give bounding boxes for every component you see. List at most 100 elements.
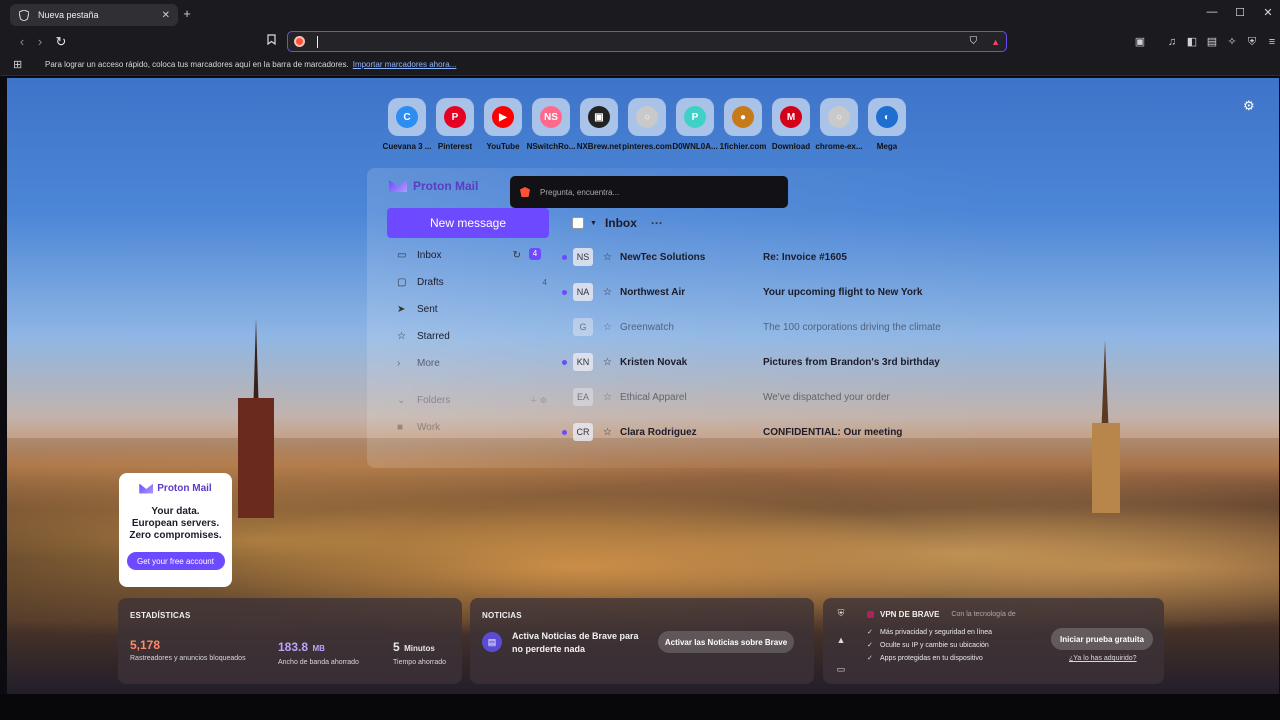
proton-ad-card[interactable]: Proton Mail Your data. European servers.…: [119, 473, 232, 587]
maximize-button[interactable]: ☐: [1232, 6, 1248, 22]
top-sites: C Cuevana 3 ... P Pinterest ▶ YouTube NS NSwitc…: [383, 98, 911, 151]
forward-button[interactable]: ›: [32, 34, 48, 50]
top-site-label: Download: [771, 142, 811, 151]
already-purchased-link[interactable]: ¿Ya lo has adquirido?: [1069, 655, 1137, 662]
top-site-tile[interactable]: ▶: [484, 98, 522, 136]
top-site[interactable]: ▶ YouTube: [479, 98, 527, 151]
top-site[interactable]: ▣ NXBrew.net: [575, 98, 623, 151]
star-icon[interactable]: ☆: [603, 287, 612, 298]
more-options-icon[interactable]: ···: [651, 216, 663, 230]
apps-grid-icon[interactable]: ⊞: [13, 58, 27, 71]
shield-icon[interactable]: ⛨: [835, 608, 847, 620]
mail-row[interactable]: G ☆ Greenwatch The 100 corporations driving…: [562, 317, 1002, 337]
news-title: NOTICIAS: [482, 611, 522, 620]
vpn-shield-icon[interactable]: ⛨: [1244, 34, 1260, 50]
top-site[interactable]: P D0WNL0A...: [671, 98, 719, 151]
card-icon[interactable]: ▭: [835, 664, 847, 676]
folder-more[interactable]: › More: [397, 358, 547, 369]
top-site-tile[interactable]: ●: [724, 98, 762, 136]
gear-icon[interactable]: ⚙: [1243, 98, 1257, 113]
top-site[interactable]: P Pinterest: [431, 98, 479, 151]
folder-sent[interactable]: ➤ Sent: [397, 304, 547, 315]
ad-line: Zero compromises.: [129, 530, 222, 541]
close-tab-icon[interactable]: ✕: [162, 10, 170, 21]
star-icon[interactable]: ☆: [603, 392, 612, 403]
refresh-icon[interactable]: ↻: [513, 250, 521, 261]
add-folder-icon[interactable]: ＋ ⚙: [530, 395, 547, 406]
star-icon[interactable]: ☆: [603, 357, 612, 368]
top-site-tile[interactable]: ▣: [580, 98, 618, 136]
tab-new-tab[interactable]: Nueva pestaña ✕: [10, 4, 178, 26]
proton-logo-icon: [139, 483, 154, 494]
top-site[interactable]: C Cuevana 3 ...: [383, 98, 431, 151]
site-favicon-icon: ○: [636, 106, 658, 128]
top-site[interactable]: ◐ Mega: [863, 98, 911, 151]
new-tab-page: ⚙ C Cuevana 3 ... P Pinterest ▶ YouTube NS NSwi…: [7, 78, 1279, 694]
top-site[interactable]: NS NSwitchRo...: [527, 98, 575, 151]
unread-dot: [562, 289, 567, 295]
top-site-tile[interactable]: NS: [532, 98, 570, 136]
enable-news-button[interactable]: Activar las Noticias sobre Brave: [658, 631, 794, 653]
leo-ai-icon[interactable]: ✧: [1224, 34, 1240, 50]
bookmark-icon[interactable]: [263, 34, 279, 50]
folder-work[interactable]: ■ Work: [397, 422, 547, 433]
vpn-feature-text: Más privacidad y seguridad en línea: [880, 628, 993, 636]
folder-folders[interactable]: ⌄ Folders ＋ ⚙: [397, 395, 547, 406]
tab-search-icon[interactable]: ▣: [1132, 34, 1148, 50]
top-site-tile[interactable]: P: [676, 98, 714, 136]
new-tab-button[interactable]: +: [180, 6, 194, 22]
avatar: NA: [573, 283, 593, 301]
top-site-tile[interactable]: ◐: [868, 98, 906, 136]
top-site[interactable]: ○ chrome-ex...: [815, 98, 863, 151]
top-site-tile[interactable]: M: [772, 98, 810, 136]
warning-icon[interactable]: ▲: [835, 635, 847, 647]
url-input[interactable]: [320, 33, 970, 50]
menu-icon[interactable]: ≡: [1264, 34, 1280, 50]
address-bar[interactable]: ⛉ ▲: [287, 31, 1007, 52]
media-icon[interactable]: ♫: [1164, 34, 1180, 50]
close-window-button[interactable]: ✕: [1260, 6, 1276, 22]
top-site-label: NSwitchRo...: [526, 142, 576, 151]
top-site[interactable]: ● 1fichier.com: [719, 98, 767, 151]
reload-button[interactable]: ↻: [53, 34, 69, 50]
mail-row[interactable]: EA ☆ Ethical Apparel We've dispatched your …: [562, 387, 1002, 407]
top-site[interactable]: ○ pinteres.com: [622, 98, 672, 151]
sidebar-icon[interactable]: ◧: [1184, 34, 1200, 50]
top-site[interactable]: M Download: [767, 98, 815, 151]
folder-count: 4: [542, 278, 547, 287]
new-message-button[interactable]: New message: [387, 208, 549, 238]
folder-label: More: [417, 358, 440, 369]
vpn-feature-text: Oculte su IP y cambie su ubicación: [880, 641, 989, 649]
site-favicon-icon: ▣: [588, 106, 610, 128]
back-button[interactable]: ‹: [14, 34, 30, 50]
chevron-down-icon[interactable]: ▼: [590, 220, 597, 227]
star-icon[interactable]: ☆: [603, 252, 612, 263]
select-all-checkbox[interactable]: [572, 217, 584, 229]
mail-row[interactable]: CR ☆ Clara Rodriguez CONFIDENTIAL: Our meet…: [562, 422, 1002, 442]
folder-drafts[interactable]: ▢ Drafts 4: [397, 277, 547, 288]
start-vpn-trial-button[interactable]: Iniciar prueba gratuita: [1051, 628, 1153, 650]
top-site-tile[interactable]: P: [436, 98, 474, 136]
folder-label: Folders: [417, 395, 451, 406]
minimize-button[interactable]: —: [1204, 6, 1220, 22]
site-favicon-icon: ◐: [876, 106, 898, 128]
mail-row[interactable]: KN ☆ Kristen Novak Pictures from Brandon's …: [562, 352, 1002, 372]
folder-starred[interactable]: ☆ Starred: [397, 331, 547, 342]
import-bookmarks-link[interactable]: Importar marcadores ahora...: [353, 60, 457, 69]
top-site-tile[interactable]: C: [388, 98, 426, 136]
inbox-header: ▼ Inbox ···: [572, 216, 663, 230]
folder-inbox[interactable]: ▭ Inbox ↻ 4: [397, 248, 547, 261]
top-site-tile[interactable]: ○: [628, 98, 666, 136]
brave-shields-icon[interactable]: ⛉: [970, 36, 978, 47]
mail-row[interactable]: NA ☆ Northwest Air Your upcoming flight to …: [562, 282, 1002, 302]
ad-cta-button[interactable]: Get your free account: [126, 552, 225, 570]
leo-prompt-box[interactable]: Pregunta, encuentra...: [510, 176, 788, 208]
folder-label: Work: [417, 422, 441, 433]
star-icon[interactable]: ☆: [603, 322, 612, 333]
top-site-tile[interactable]: ○: [820, 98, 858, 136]
mail-row[interactable]: NS ☆ NewTec Solutions Re: Invoice #1605: [562, 247, 1002, 267]
brave-rewards-icon[interactable]: ▲: [991, 37, 1000, 47]
site-favicon-icon: NS: [540, 106, 562, 128]
wallet-icon[interactable]: ▤: [1204, 34, 1220, 50]
star-icon[interactable]: ☆: [603, 427, 612, 438]
